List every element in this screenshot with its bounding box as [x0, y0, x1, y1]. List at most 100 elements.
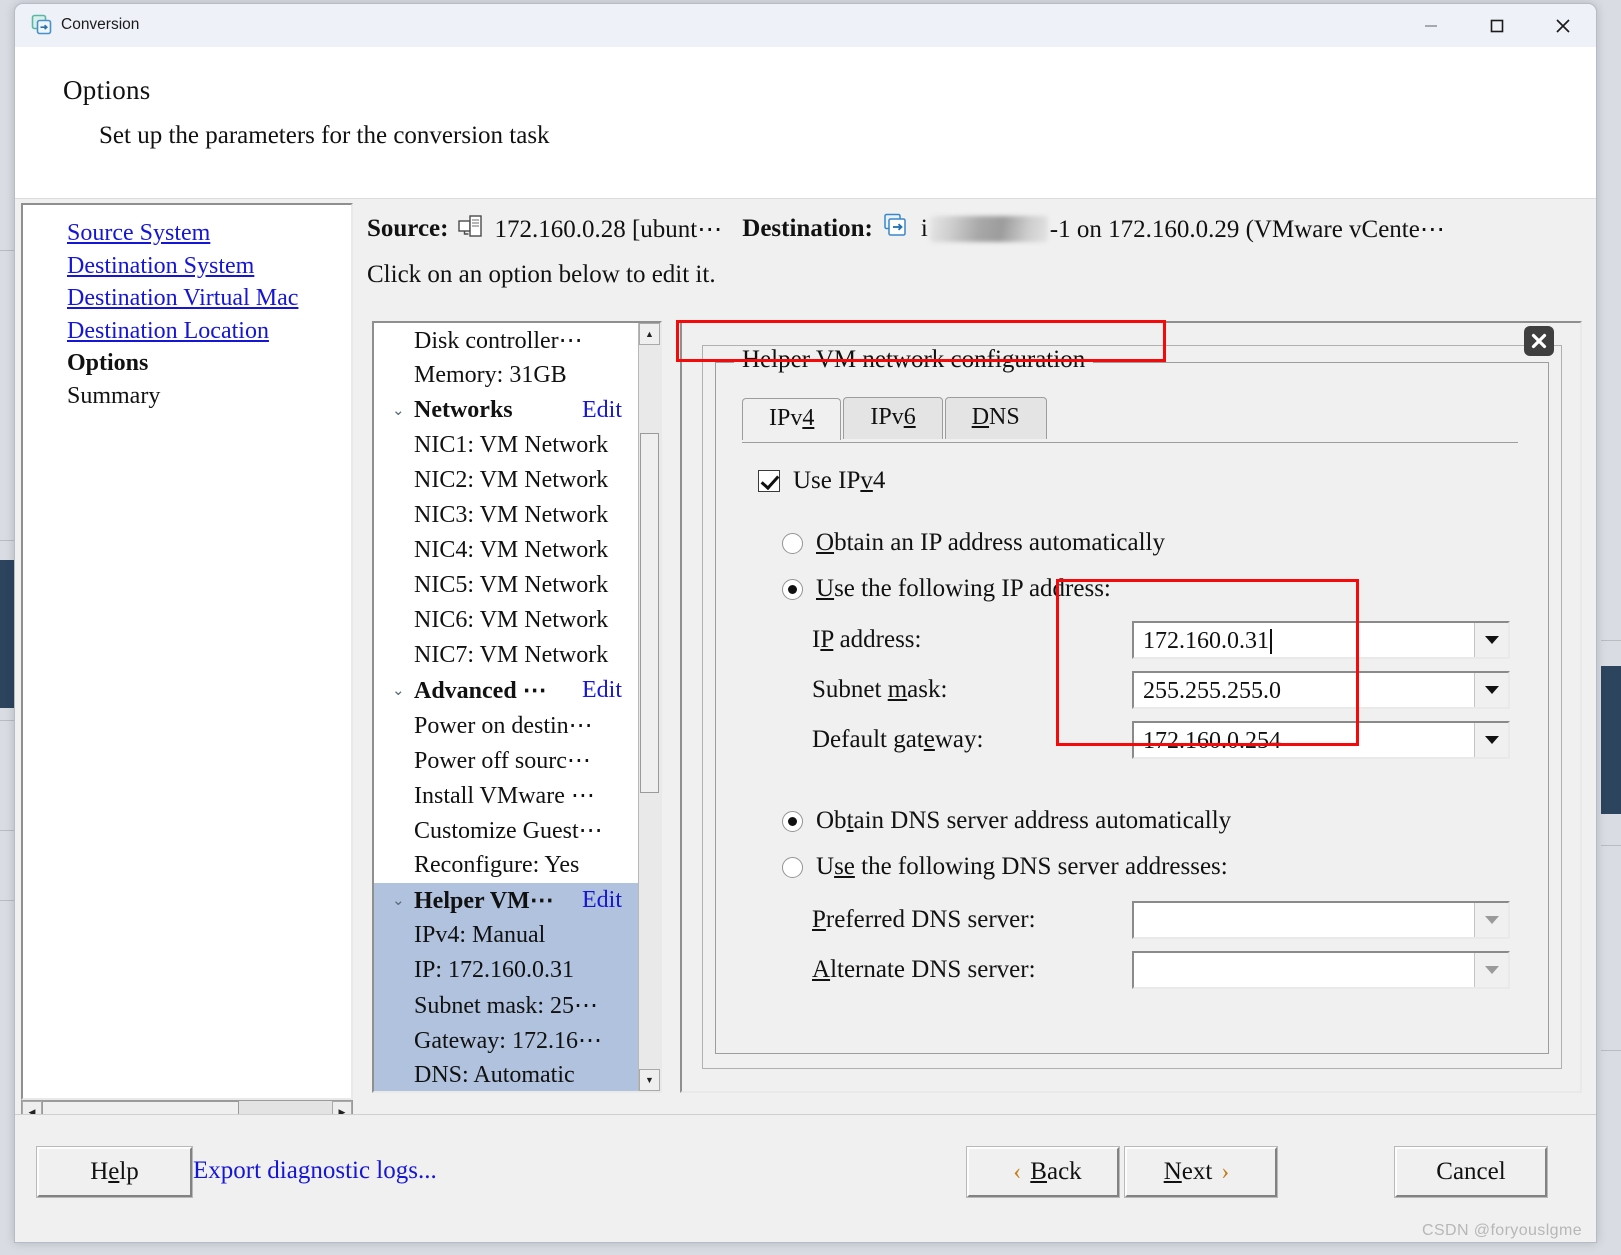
radio-use-following-ip[interactable]: Use the following IP address:	[782, 575, 1111, 603]
close-icon[interactable]	[1530, 4, 1596, 47]
tree-row-label: Subnet mask: 25⋯	[414, 993, 598, 1019]
tree-row-label: NIC2: VM Network	[414, 467, 609, 493]
subnet-mask-dropdown-button[interactable]	[1474, 673, 1508, 707]
tree-row[interactable]: Customize Guest⋯	[374, 813, 638, 848]
field-default-gateway: Default gateway: 172.160.0.254	[812, 721, 1510, 759]
default-gateway-combo[interactable]: 172.160.0.254	[1132, 721, 1510, 759]
edit-hint: Click on an option below to edit it.	[367, 261, 716, 288]
alternate-dns-dropdown-button[interactable]	[1474, 953, 1508, 987]
radio-obtain-ip-automatically-dot[interactable]	[782, 532, 803, 554]
tree-row-label: Networks	[414, 397, 513, 423]
use-ipv4-checkbox-row[interactable]: Use IPv4	[758, 467, 885, 495]
subnet-mask-input[interactable]: 255.255.255.0	[1134, 673, 1474, 707]
nav-item-options[interactable]: Options	[67, 347, 351, 380]
subnet-mask-combo[interactable]: 255.255.255.0	[1132, 671, 1510, 709]
tree-row-label: NIC6: VM Network	[414, 607, 609, 633]
tree-row[interactable]: Install VMware ⋯	[374, 778, 638, 813]
tree-row[interactable]: NIC3: VM Network	[374, 498, 638, 533]
chevron-left-icon: ‹	[1013, 1158, 1022, 1185]
tree-row-networks[interactable]: ⌄ Networks Edit	[374, 393, 638, 428]
scroll-down-icon[interactable]: ▼	[639, 1069, 660, 1091]
radio-obtain-ip-automatically[interactable]: Obtain an IP address automatically	[782, 529, 1165, 557]
back-button-label: Back	[1030, 1158, 1082, 1185]
nav-item-destination-system[interactable]: Destination System	[67, 250, 351, 283]
nav-item-source-system[interactable]: Source System	[67, 217, 351, 250]
nav-item-summary[interactable]: Summary	[67, 380, 351, 413]
radio-obtain-dns-automatically-dot[interactable]	[782, 810, 803, 832]
ip-address-input[interactable]: 172.160.0.31	[1134, 623, 1474, 657]
radio-use-following-dns[interactable]: Use the following DNS server addresses:	[782, 853, 1228, 881]
tree-row[interactable]: Subnet mask: 25⋯	[374, 988, 638, 1023]
tree-vertical-scrollbar[interactable]: ▲ ▼	[638, 323, 660, 1091]
background-window-right-accent	[1601, 666, 1621, 814]
edit-link-helper-vm[interactable]: Edit	[582, 887, 638, 914]
tree-row[interactable]: Memory: 31GB	[374, 358, 638, 393]
default-gateway-dropdown-button[interactable]	[1474, 723, 1508, 757]
tree-row-label: NIC7: VM Network	[414, 642, 609, 668]
tree-row[interactable]: DNS: Automatic	[374, 1058, 638, 1091]
background-rule	[0, 250, 14, 251]
next-button[interactable]: Next ›	[1124, 1146, 1278, 1198]
minimize-icon[interactable]	[1398, 4, 1464, 47]
tree-row[interactable]: Gateway: 172.16⋯	[374, 1023, 638, 1058]
tree-row[interactable]: NIC2: VM Network	[374, 463, 638, 498]
nav-item-destination-location[interactable]: Destination Location	[67, 315, 351, 348]
radio-obtain-ip-automatically-label: Obtain an IP address automatically	[816, 529, 1165, 556]
edit-link-networks[interactable]: Edit	[582, 397, 638, 424]
help-button-label: Help	[90, 1158, 139, 1185]
radio-use-following-ip-dot[interactable]	[782, 578, 803, 600]
radio-obtain-dns-automatically[interactable]: Obtain DNS server address automatically	[782, 807, 1231, 835]
radio-use-following-dns-dot[interactable]	[782, 856, 803, 878]
tree-row-label: Advanced ⋯	[414, 678, 547, 704]
preferred-dns-input[interactable]	[1134, 903, 1474, 937]
tree-row[interactable]: NIC1: VM Network	[374, 428, 638, 463]
tree-row[interactable]: IP: 172.160.0.31	[374, 953, 638, 988]
tree-row-label: Memory: 31GB	[414, 362, 567, 388]
tree-row[interactable]: NIC5: VM Network	[374, 568, 638, 603]
tab-ipv4[interactable]: IPv4	[742, 398, 842, 440]
chevron-down-icon[interactable]: ⌄	[392, 401, 414, 420]
preferred-dns-combo[interactable]	[1132, 901, 1510, 939]
tree-row-label: Power off sourc⋯	[414, 748, 591, 774]
alternate-dns-input[interactable]	[1134, 953, 1474, 987]
tree-row[interactable]: Disk controller⋯	[374, 323, 638, 358]
tree-row[interactable]: Power on destin⋯	[374, 708, 638, 743]
tree-row[interactable]: Power off sourc⋯	[374, 743, 638, 778]
tree-row[interactable]: NIC4: VM Network	[374, 533, 638, 568]
tree-row[interactable]: IPv4: Manual	[374, 918, 638, 953]
tree-scroll-thumb[interactable]	[640, 433, 659, 793]
preferred-dns-dropdown-button[interactable]	[1474, 903, 1508, 937]
nav-item-destination-virtual-machine[interactable]: Destination Virtual Mac	[67, 282, 351, 315]
tree-row[interactable]: Reconfigure: Yes	[374, 848, 638, 883]
options-tree[interactable]: Disk controller⋯ Memory: 31GB ⌄ Networks…	[372, 321, 662, 1093]
window-controls	[1398, 4, 1596, 47]
scroll-up-icon[interactable]: ▲	[639, 323, 660, 345]
destination-value: ⁠-1 on 172.160.0.29 (VMware vCente⋯	[1049, 216, 1445, 243]
tree-row-label: DNS: Automatic	[414, 1062, 575, 1088]
chevron-right-icon: ›	[1221, 1158, 1230, 1185]
tab-dns[interactable]: DNS	[944, 397, 1047, 439]
tree-row-advanced[interactable]: ⌄ Advanced ⋯ Edit	[374, 673, 638, 708]
ip-address-combo[interactable]: 172.160.0.31	[1132, 621, 1510, 659]
back-button[interactable]: ‹ Back	[966, 1146, 1120, 1198]
tab-ipv6[interactable]: IPv6	[843, 397, 943, 439]
dialog-close-icon[interactable]	[1524, 326, 1554, 356]
maximize-icon[interactable]	[1464, 4, 1530, 47]
tree-row-helper-vm[interactable]: ⌄ Helper VM⋯ Edit	[374, 883, 638, 918]
tree-row[interactable]: NIC7: VM Network	[374, 638, 638, 673]
ip-address-dropdown-button[interactable]	[1474, 623, 1508, 657]
chevron-down-icon[interactable]: ⌄	[392, 891, 414, 910]
tree-row-label: Gateway: 172.16⋯	[414, 1028, 602, 1054]
tree-row-label: Helper VM⋯	[414, 888, 554, 914]
edit-link-advanced[interactable]: Edit	[582, 677, 638, 704]
tree-row[interactable]: NIC6: VM Network	[374, 603, 638, 638]
background-rule	[1601, 640, 1621, 641]
cancel-button[interactable]: Cancel	[1394, 1146, 1548, 1198]
chevron-down-icon[interactable]: ⌄	[392, 681, 414, 700]
alternate-dns-combo[interactable]	[1132, 951, 1510, 989]
use-ipv4-checkbox[interactable]	[758, 470, 780, 492]
helper-vm-network-groupbox: Helper VM network configuration IPv4 IPv…	[715, 346, 1549, 1054]
export-diagnostic-logs-link[interactable]: Export diagnostic logs...	[193, 1157, 437, 1185]
help-button[interactable]: Help	[36, 1146, 193, 1198]
default-gateway-input[interactable]: 172.160.0.254	[1134, 723, 1474, 757]
